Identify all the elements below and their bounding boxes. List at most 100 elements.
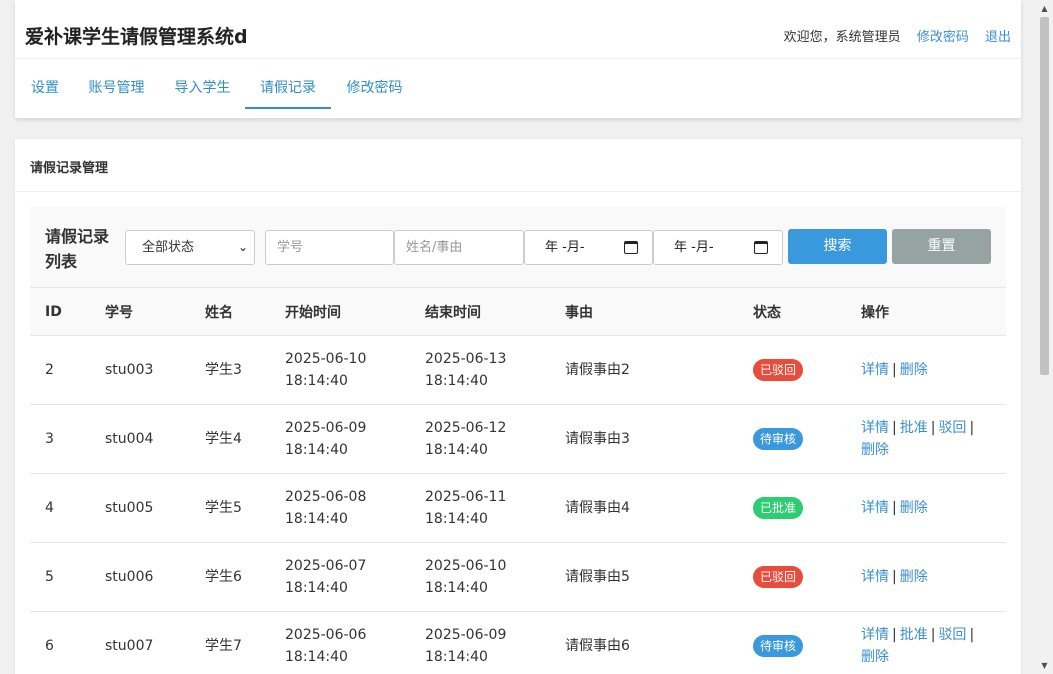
row-name: 学生3 [205,362,242,378]
nav-item-settings[interactable]: 设置 [30,60,60,109]
column-header-name: 姓名 [190,287,270,336]
row-student-no: stu006 [105,569,154,585]
calendar-icon[interactable] [624,241,638,254]
start-date-input[interactable]: 年 -月- [524,230,653,265]
cell-start-time: 2025-06-08 18:14:40 [270,473,410,543]
row-start-time: 18:14:40 [285,649,348,666]
row-end-date: 2025-06-09 [425,627,507,644]
cell-end-time: 2025-06-09 18:14:40 [410,611,550,674]
cell-actions: 详情 | 删除 [846,335,1006,405]
delete-link[interactable]: 删除 [900,500,928,516]
row-id: 4 [45,500,54,516]
details-link[interactable]: 详情 [861,569,889,585]
row-end-time: 18:14:40 [425,442,488,458]
separator: | [892,627,897,644]
card-title: 请假记录管理 [30,161,109,176]
column-header-start-time: 开始时间 [270,287,410,336]
card-header: 请假记录管理 [15,139,1021,192]
table-row: 2 stu003 学生3 2025-06-10 18:14:40 2025-06-13 18… [30,335,1006,405]
status-select-value: 全部状态 [142,240,195,255]
cell-reason: 请假事由3 [550,404,738,474]
status-badge: 已驳回 [753,566,804,588]
search-button[interactable]: 搜索 [788,229,887,264]
row-start-time: 18:14:40 [285,442,348,458]
row-end-date: 2025-06-10 [425,558,507,574]
reset-button[interactable]: 重置 [892,229,991,264]
cell-actions: 详情 | 删除 [846,473,1006,543]
logout-link[interactable]: 退出 [985,30,1011,45]
cell-name: 学生6 [190,542,270,612]
reject-link[interactable]: 驳回 [938,627,966,643]
student-no-input[interactable]: 学号 [265,230,394,265]
status-select[interactable]: 全部状态 ⌄ [125,230,255,265]
cell-start-time: 2025-06-09 18:14:40 [270,404,410,474]
reject-link[interactable]: 驳回 [938,420,966,436]
header-change-password-link[interactable]: 修改密码 [917,30,969,45]
nav-item-accounts[interactable]: 账号管理 [88,60,145,109]
user-area: 欢迎您，系统管理员 修改密码 退出 [784,26,1011,45]
approve-link[interactable]: 批准 [900,420,928,436]
end-date-input[interactable]: 年 -月- [653,230,783,265]
approve-link[interactable]: 批准 [900,627,928,643]
delete-link[interactable]: 删除 [861,649,889,665]
leave-records-card: 请假记录管理 请假记录列表 全部状态 ⌄ 学号 姓名/事由 年 -月- 年 -月… [15,139,1021,674]
row-end-date: 2025-06-13 [425,351,507,367]
column-header-id: ID [30,287,90,336]
column-header-student-no: 学号 [90,287,190,336]
delete-link[interactable]: 删除 [861,442,889,458]
name-reason-input[interactable]: 姓名/事由 [394,230,524,265]
title-bar: 爱补课学生请假管理系统d 欢迎您，系统管理员 修改密码 退出 [15,0,1021,59]
scrollbar-thumb[interactable] [1040,17,1049,375]
cell-name: 学生3 [190,335,270,405]
filter-toolbar: 请假记录列表 全部状态 ⌄ 学号 姓名/事由 年 -月- 年 -月- 搜索 重置 [30,207,1006,287]
cell-start-time: 2025-06-07 18:14:40 [270,542,410,612]
separator: | [892,362,897,378]
vertical-scrollbar[interactable]: ▲ ▼ [1036,0,1053,674]
details-link[interactable]: 详情 [861,627,889,643]
cell-name: 学生7 [190,611,270,674]
row-student-no: stu003 [105,362,154,378]
scroll-up-arrow-icon[interactable]: ▲ [1036,0,1053,17]
cell-student-no: stu005 [90,473,190,543]
details-link[interactable]: 详情 [861,420,889,436]
table-row: 4 stu005 学生5 2025-06-08 18:14:40 2025-06-11 18… [30,473,1006,543]
nav-item-leave-records[interactable]: 请假记录 [245,60,331,109]
row-end-date: 2025-06-12 [425,420,507,436]
table-row: 5 stu006 学生6 2025-06-07 18:14:40 2025-06-10 18… [30,542,1006,612]
cell-id: 3 [30,404,90,474]
calendar-icon[interactable] [754,241,768,254]
row-start-date: 2025-06-08 [285,489,367,505]
start-date-value: 年 -月- [545,240,585,255]
cell-reason: 请假事由4 [550,473,738,543]
table-header-row: ID 学号 姓名 开始时间 结束时间 事由 状态 操作 [30,287,1006,336]
delete-link[interactable]: 删除 [900,569,928,585]
app-title: 爱补课学生请假管理系统d [25,26,248,48]
row-end-time: 18:14:40 [425,649,488,666]
row-name: 学生4 [205,431,242,447]
top-nav: 设置 账号管理 导入学生 请假记录 修改密码 [15,60,1021,118]
table-body: 2 stu003 学生3 2025-06-10 18:14:40 2025-06-13 18… [30,335,1006,674]
cell-id: 5 [30,542,90,612]
row-start-time: 18:14:40 [285,373,348,389]
cell-status: 已驳回 [738,542,846,612]
cell-end-time: 2025-06-11 18:14:40 [410,473,550,543]
cell-actions: 详情 | 批准 | 驳回 | 删除 [846,611,1006,674]
row-reason: 请假事由5 [565,569,630,585]
row-start-date: 2025-06-06 [285,627,367,644]
details-link[interactable]: 详情 [861,362,889,378]
table-row: 3 stu004 学生4 2025-06-09 18:14:40 2025-06-12 18… [30,404,1006,474]
delete-link[interactable]: 删除 [900,362,928,378]
details-link[interactable]: 详情 [861,500,889,516]
status-badge: 已驳回 [753,359,804,381]
cell-student-no: stu007 [90,611,190,674]
cell-reason: 请假事由2 [550,335,738,405]
scroll-down-arrow-icon[interactable]: ▼ [1036,657,1053,674]
row-name: 学生6 [205,569,242,585]
cell-actions: 详情 | 删除 [846,542,1006,612]
nav-item-change-password[interactable]: 修改密码 [346,60,403,109]
row-reason: 请假事由2 [565,362,630,378]
cell-name: 学生5 [190,473,270,543]
nav-item-import-students[interactable]: 导入学生 [174,60,231,109]
chevron-down-icon: ⌄ [237,240,248,254]
cell-reason: 请假事由6 [550,611,738,674]
